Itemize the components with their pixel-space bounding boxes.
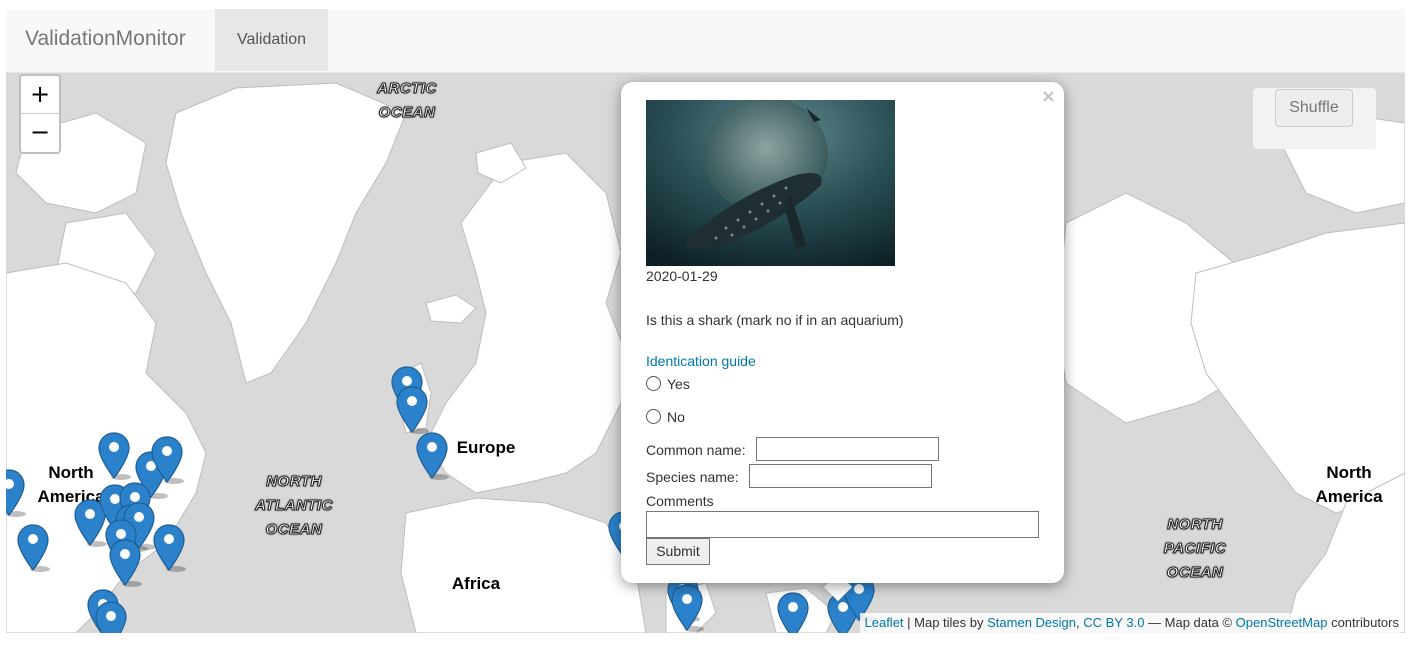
radio-yes-label: Yes — [667, 376, 690, 392]
app-brand[interactable]: ValidationMonitor — [25, 27, 186, 51]
shark-photo — [646, 100, 895, 266]
shuffle-button[interactable]: Shuffle — [1275, 89, 1353, 127]
map-marker-icon[interactable] — [415, 431, 449, 481]
na-right-line1: North — [1326, 463, 1372, 482]
observation-popup: × 2020-01-29 Is this a shark (mark no if… — [621, 82, 1064, 583]
stamen-link[interactable]: Stamen Design — [987, 615, 1076, 630]
pacific-line3: OCEAN — [1166, 564, 1224, 582]
na-right-line2: America — [1315, 487, 1383, 506]
zoom-in-button[interactable]: + — [21, 76, 59, 114]
map-marker-icon[interactable] — [94, 600, 128, 633]
navbar: ValidationMonitor Validation — [6, 9, 1405, 73]
observation-date: 2020-01-29 — [646, 268, 718, 284]
comments-input[interactable] — [646, 511, 1039, 538]
common-name-label: Common name: — [646, 442, 746, 458]
arctic-line2: OCEAN — [378, 104, 436, 122]
map-marker-icon[interactable] — [152, 523, 186, 573]
radio-yes[interactable]: Yes — [646, 376, 690, 392]
map-marker-icon[interactable] — [395, 385, 429, 435]
shuffle-panel: Shuffle — [1253, 88, 1376, 149]
radio-no[interactable]: No — [646, 409, 685, 425]
common-name-input[interactable] — [756, 437, 939, 461]
zoom-out-button[interactable]: − — [21, 114, 59, 151]
map-marker-icon[interactable] — [6, 468, 26, 518]
attribution-text-2: — Map data © — [1144, 615, 1236, 630]
species-name-label: Species name: — [646, 469, 739, 485]
submit-button[interactable]: Submit — [646, 538, 710, 565]
arctic-ocean-label: ARCTIC OCEAN — [366, 77, 448, 125]
attribution-text-1: | Map tiles by — [903, 615, 988, 630]
cc-link[interactable]: CC BY 3.0 — [1083, 615, 1144, 630]
radio-no-label: No — [667, 409, 685, 425]
north-america-label-right: North America — [1306, 461, 1392, 509]
map-marker-icon[interactable] — [97, 431, 131, 481]
pacific-line1: NORTH — [1167, 516, 1223, 534]
north-pacific-ocean-label: NORTH PACIFIC OCEAN — [1145, 513, 1245, 585]
identification-guide-link[interactable]: Identication guide — [646, 353, 756, 369]
europe-label: Europe — [456, 438, 516, 457]
radio-no-circle[interactable] — [646, 409, 661, 424]
atlantic-line3: OCEAN — [265, 521, 323, 539]
close-icon[interactable]: × — [1041, 86, 1056, 107]
map-attribution: Leaflet | Map tiles by Stamen Design, CC… — [859, 613, 1399, 633]
atlantic-line1: NORTH — [266, 473, 322, 491]
species-name-input[interactable] — [749, 464, 932, 488]
map-marker-icon[interactable] — [670, 583, 704, 633]
attribution-text-3: contributors — [1327, 615, 1399, 630]
tab-validation[interactable]: Validation — [215, 9, 328, 71]
north-atlantic-ocean-label: NORTH ATLANTIC OCEAN — [244, 470, 344, 542]
osm-link[interactable]: OpenStreetMap — [1236, 615, 1328, 630]
map-marker-icon[interactable] — [150, 435, 184, 485]
radio-yes-circle[interactable] — [646, 376, 661, 391]
map-marker-icon[interactable] — [16, 523, 50, 573]
arctic-line1: ARCTIC — [377, 80, 437, 98]
africa-label: Africa — [451, 574, 501, 593]
leaflet-link[interactable]: Leaflet — [865, 615, 904, 630]
pacific-line2: PACIFIC — [1163, 540, 1227, 558]
map-marker-icon[interactable] — [108, 538, 142, 588]
map-marker-icon[interactable] — [776, 591, 810, 633]
question-text: Is this a shark (mark no if in an aquari… — [646, 312, 904, 328]
comments-label: Comments — [646, 493, 714, 509]
atlantic-line2: ATLANTIC — [255, 497, 333, 515]
zoom-control: + − — [19, 74, 61, 154]
